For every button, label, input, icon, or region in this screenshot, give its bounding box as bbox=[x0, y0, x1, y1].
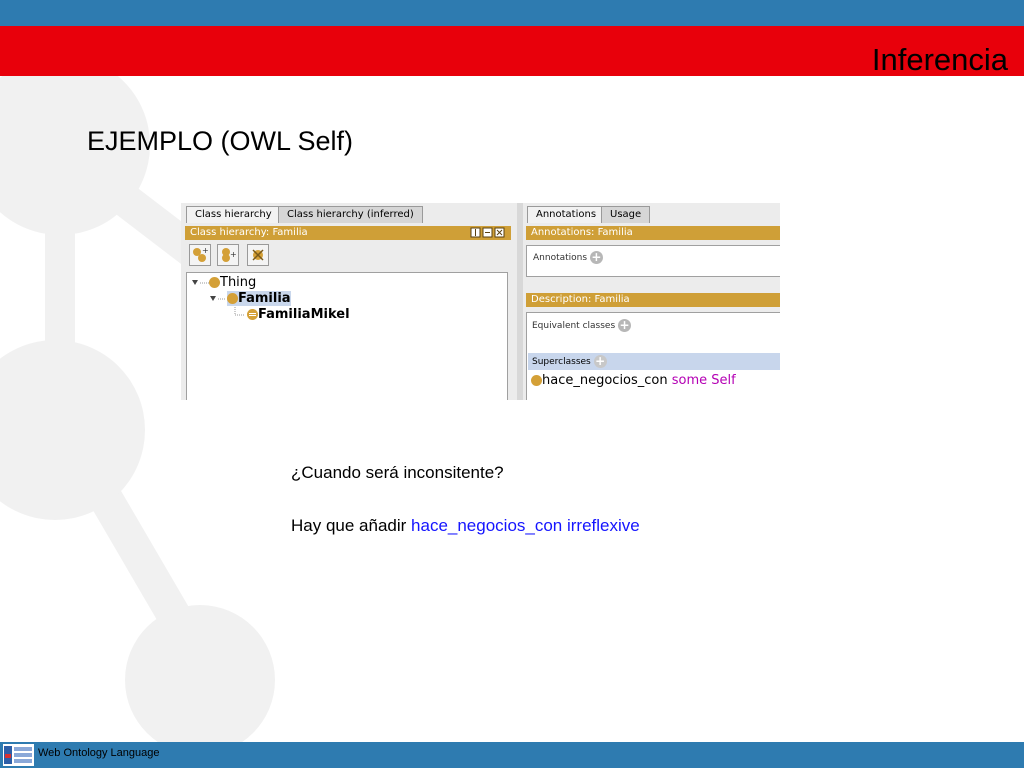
tab-annotations[interactable]: Annotations bbox=[527, 206, 606, 223]
slide-heading: EJEMPLO (OWL Self) bbox=[87, 126, 354, 156]
class-hierarchy-header-text: Class hierarchy: Familia bbox=[190, 227, 308, 238]
superclasses-row: Superclasses + bbox=[528, 353, 780, 370]
footer-text: Web Ontology Language bbox=[38, 747, 160, 759]
tab-class-hierarchy[interactable]: Class hierarchy bbox=[186, 206, 281, 223]
delete-class-icon bbox=[252, 249, 264, 261]
annotations-panel: Annotations + bbox=[526, 245, 780, 277]
class-icon bbox=[227, 293, 238, 304]
answer-text: Hay que añadir hace_negocios_con irrefle… bbox=[291, 516, 640, 535]
tree-node-familia[interactable]: Familia bbox=[227, 291, 291, 306]
slide-title: Inferencia bbox=[871, 42, 1008, 77]
annotations-header: Annotations: Familia bbox=[526, 226, 780, 240]
equivalent-classes-label: Equivalent classes + bbox=[532, 318, 632, 332]
superclasses-label: Superclasses + bbox=[532, 354, 607, 368]
add-sibling-icon: + bbox=[222, 248, 237, 262]
add-annotation-icon[interactable]: + bbox=[589, 251, 603, 264]
tree-node-familiamikel[interactable]: FamiliaMikel bbox=[247, 307, 350, 322]
tree-node-thing[interactable]: Thing bbox=[209, 275, 256, 290]
class-icon bbox=[531, 375, 542, 386]
defined-class-icon bbox=[247, 309, 258, 320]
class-icon bbox=[209, 277, 220, 288]
question-text: ¿Cuando será inconsitente? bbox=[291, 463, 504, 482]
svg-text:+: + bbox=[202, 246, 209, 255]
add-equivalent-icon[interactable]: + bbox=[618, 319, 632, 332]
owl-logo-icon bbox=[3, 744, 34, 766]
splitter-bar[interactable] bbox=[517, 203, 523, 400]
class-tree-panel: Thing Familia FamiliaMikel bbox=[186, 272, 508, 400]
delete-class-button[interactable] bbox=[247, 244, 269, 266]
top-blue-bar bbox=[0, 0, 1024, 26]
title-red-bar bbox=[0, 26, 1024, 76]
add-superclass-icon[interactable]: + bbox=[593, 355, 607, 368]
description-panel: Equivalent classes + Superclasses + hace… bbox=[526, 312, 780, 400]
add-subclass-button[interactable]: + bbox=[189, 244, 211, 266]
svg-text:+: + bbox=[230, 250, 237, 259]
class-hierarchy-header: Class hierarchy: Familia bbox=[185, 226, 511, 240]
annotations-label: Annotations + bbox=[533, 250, 603, 264]
answer-highlight: hace_negocios_con irreflexive bbox=[411, 516, 640, 535]
add-subclass-icon: + bbox=[193, 246, 209, 262]
superclass-entry[interactable]: hace_negocios_con some Self bbox=[531, 373, 736, 388]
add-sibling-button[interactable]: + bbox=[217, 244, 239, 266]
tab-usage[interactable]: Usage bbox=[601, 206, 651, 223]
window-controls-icon[interactable] bbox=[470, 227, 508, 238]
tab-class-hierarchy-inferred[interactable]: Class hierarchy (inferred) bbox=[278, 206, 423, 223]
protege-screenshot: Class hierarchy Class hierarchy (inferre… bbox=[181, 203, 780, 400]
description-header: Description: Familia bbox=[526, 293, 780, 307]
